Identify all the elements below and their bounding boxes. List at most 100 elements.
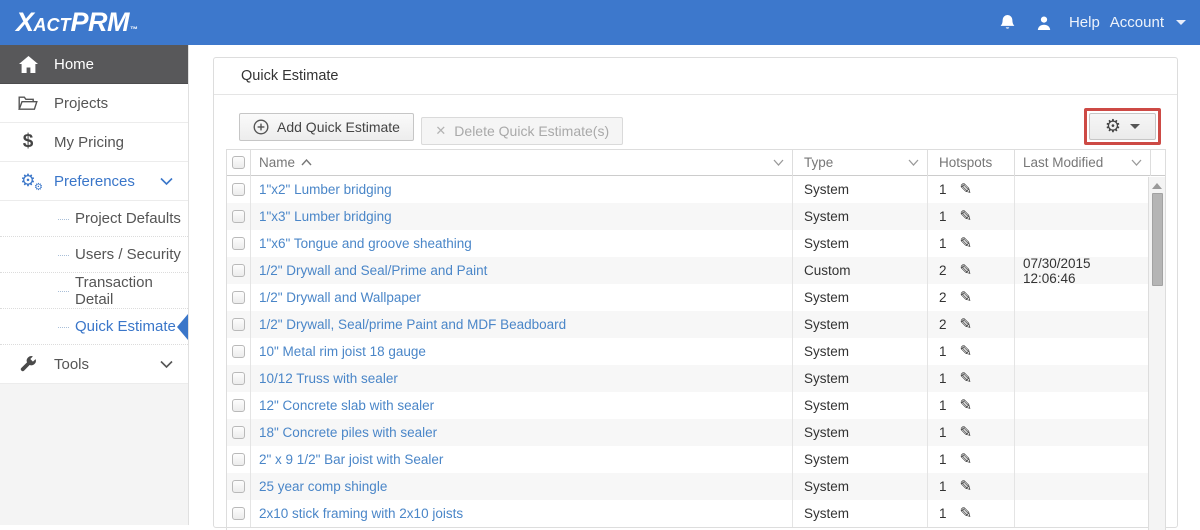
hotspots-count: 1 [939,425,947,440]
sidebar-item-transaction-detail[interactable]: Transaction Detail [0,273,188,309]
gear-icon: ⚙ [1104,115,1121,137]
account-caret-down-icon[interactable] [1176,20,1186,25]
account-menu-item[interactable]: Account [1110,14,1164,31]
estimate-name-link[interactable]: 18" Concrete piles with sealer [259,425,437,440]
row-checkbox[interactable] [232,318,245,331]
hotspots-count: 1 [939,506,947,521]
row-checkbox[interactable] [232,453,245,466]
sidebar-subitem-label: Quick Estimate [75,318,176,335]
row-checkbox[interactable] [232,399,245,412]
hotspots-count: 1 [939,236,947,251]
main-content-panel: Quick Estimate Add Quick Estimate ✕ Dele… [213,57,1178,530]
column-menu-chevron-icon[interactable] [1131,159,1142,166]
sidebar-subitem-label: Users / Security [75,246,181,263]
estimate-name-link[interactable]: 1/2" Drywall and Seal/Prime and Paint [259,263,487,278]
table-row: 1/2" Drywall and Seal/Prime and Paint Cu… [227,256,1150,286]
row-checkbox[interactable] [232,237,245,250]
table-row: 1"x2" Lumber bridging System 1 ✎ [227,176,1150,203]
dollar-icon: $ [22,131,34,152]
preferences-submenu: Project Defaults Users / Security Transa… [0,201,188,345]
type-cell: System [804,452,850,467]
estimate-name-link[interactable]: 12" Concrete slab with sealer [259,398,434,413]
column-header-name[interactable]: Name [250,149,792,176]
delete-quick-estimate-button[interactable]: ✕ Delete Quick Estimate(s) [421,117,624,145]
edit-pencil-icon[interactable]: ✎ [960,452,973,467]
notifications-bell-icon[interactable] [997,14,1019,32]
estimate-name-link[interactable]: 1/2" Drywall, Seal/prime Paint and MDF B… [259,317,566,332]
table-row: 2x10 stick framing with 2x10 joists Syst… [227,500,1150,527]
column-header-type[interactable]: Type [792,149,927,176]
hotspots-count: 1 [939,344,947,359]
column-menu-chevron-icon[interactable] [773,159,784,166]
sidebar-item-tools[interactable]: Tools [0,345,188,384]
sidebar-item-preferences[interactable]: ⚙ ⚙ Preferences [0,162,188,201]
sidebar-item-quick-estimate[interactable]: Quick Estimate [0,309,188,345]
edit-pencil-icon[interactable]: ✎ [960,479,973,494]
estimate-name-link[interactable]: 1"x6" Tongue and groove sheathing [259,236,472,251]
hotspots-count: 1 [939,209,947,224]
vertical-scrollbar[interactable] [1148,177,1165,530]
column-header-hotspots[interactable]: Hotspots [927,149,1014,176]
estimate-name-link[interactable]: 2" x 9 1/2" Bar joist with Sealer [259,452,443,467]
settings-dropdown-button[interactable]: ⚙ [1088,113,1156,140]
edit-pencil-icon[interactable]: ✎ [960,236,973,251]
hotspots-count: 1 [939,182,947,197]
estimate-name-link[interactable]: 1"x3" Lumber bridging [259,209,392,224]
estimate-name-link[interactable]: 25 year comp shingle [259,479,387,494]
scrollbar-thumb[interactable] [1151,193,1163,286]
sidebar-item-label: My Pricing [54,133,125,151]
hotspots-count: 1 [939,452,947,467]
row-checkbox[interactable] [232,480,245,493]
table-row: 2" x 9 1/2" Bar joist with Sealer System… [227,446,1150,473]
sidebar-item-project-defaults[interactable]: Project Defaults [0,201,188,237]
table-row: 10" Metal rim joist 18 gauge System 1 ✎ [227,338,1150,365]
edit-pencil-icon[interactable]: ✎ [960,344,973,359]
row-checkbox[interactable] [232,345,245,358]
sidebar-item-my-pricing[interactable]: $ My Pricing [0,123,188,162]
table-row: 18" Concrete piles with sealer System 1 … [227,419,1150,446]
edit-pencil-icon[interactable]: ✎ [960,290,973,305]
type-cell: System [804,209,850,224]
chevron-down-icon [160,356,173,373]
edit-pencil-icon[interactable]: ✎ [960,371,973,386]
column-label: Name [259,155,296,170]
edit-pencil-icon[interactable]: ✎ [960,209,973,224]
estimate-name-link[interactable]: 10" Metal rim joist 18 gauge [259,344,426,359]
scroll-up-arrow-icon[interactable] [1152,183,1162,189]
estimate-name-link[interactable]: 2x10 stick framing with 2x10 joists [259,506,463,521]
edit-pencil-icon[interactable]: ✎ [960,182,973,197]
row-checkbox[interactable] [232,291,245,304]
column-menu-chevron-icon[interactable] [908,159,919,166]
edit-pencil-icon[interactable]: ✎ [960,263,973,278]
add-quick-estimate-button[interactable]: Add Quick Estimate [239,113,414,141]
gears-icon: ⚙ ⚙ [20,170,43,193]
sidebar-nav: Home Projects $ My Pricing ⚙ ⚙ Preference… [0,45,189,525]
row-checkbox[interactable] [232,264,245,277]
edit-pencil-icon[interactable]: ✎ [960,317,973,332]
estimate-name-link[interactable]: 1/2" Drywall and Wallpaper [259,290,421,305]
estimate-name-link[interactable]: 10/12 Truss with sealer [259,371,398,386]
sidebar-subitem-label: Transaction Detail [75,273,153,308]
estimate-name-link[interactable]: 1"x2" Lumber bridging [259,182,392,197]
type-cell: System [804,182,850,197]
row-checkbox[interactable] [232,507,245,520]
row-checkbox[interactable] [232,210,245,223]
help-menu-item[interactable]: Help [1069,14,1100,31]
row-checkbox[interactable] [232,372,245,385]
hotspots-count: 2 [939,290,947,305]
edit-pencil-icon[interactable]: ✎ [960,506,973,521]
sidebar-item-users-security[interactable]: Users / Security [0,237,188,273]
toolbar: Add Quick Estimate ✕ Delete Quick Estima… [239,108,1164,145]
sidebar-item-label: Projects [54,94,109,112]
edit-pencil-icon[interactable]: ✎ [960,398,973,413]
type-cell: System [804,290,850,305]
sidebar-item-home[interactable]: Home [0,45,188,84]
row-checkbox[interactable] [232,183,245,196]
user-account-icon[interactable] [1033,15,1055,31]
type-cell: System [804,398,850,413]
select-all-checkbox[interactable] [232,156,245,169]
sidebar-item-projects[interactable]: Projects [0,84,188,123]
row-checkbox[interactable] [232,426,245,439]
column-header-last-modified[interactable]: Last Modified [1014,149,1150,176]
edit-pencil-icon[interactable]: ✎ [960,425,973,440]
